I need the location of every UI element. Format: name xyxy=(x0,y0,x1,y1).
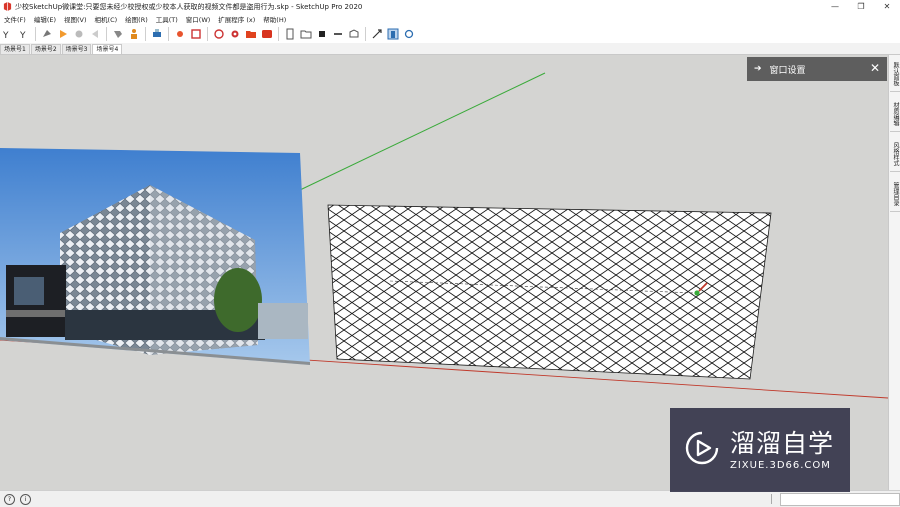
open-folder-icon[interactable] xyxy=(299,27,313,41)
ruby-console-icon[interactable]: Y xyxy=(1,27,15,41)
ruby-tool-icon[interactable]: Y xyxy=(17,27,31,41)
toolbar-separator xyxy=(145,26,146,41)
play-logo-icon xyxy=(685,431,719,465)
extension-icon[interactable] xyxy=(212,27,226,41)
minimize-button[interactable]: — xyxy=(822,0,848,13)
rewind-icon[interactable] xyxy=(88,27,102,41)
toolbar-separator xyxy=(35,26,36,41)
watermark-badge: 溜溜自学 ZIXUE.3D66.COM xyxy=(670,408,850,492)
scene-tab-2[interactable]: 场景号2 xyxy=(30,44,61,54)
person-icon[interactable] xyxy=(127,27,141,41)
menu-window[interactable]: 窗口(W) xyxy=(182,14,215,24)
play-icon[interactable] xyxy=(56,27,70,41)
toolbar-separator xyxy=(207,26,208,41)
menu-help[interactable]: 帮助(H) xyxy=(259,14,290,24)
measurements-box[interactable] xyxy=(780,493,900,506)
menu-file[interactable]: 文件(F) xyxy=(0,14,30,24)
menu-extensions[interactable]: 扩展程序 (x) xyxy=(214,14,259,24)
toolbar-separator xyxy=(106,26,107,41)
ruler-icon[interactable] xyxy=(331,27,345,41)
endpoint-marker xyxy=(694,290,700,296)
maximize-button[interactable]: ❐ xyxy=(848,0,874,13)
tray-tab-styles[interactable]: 风格样式 xyxy=(890,137,900,172)
tray-tab-default[interactable]: 默认面板 xyxy=(890,57,900,92)
box-icon[interactable] xyxy=(347,27,361,41)
watermark-title: 溜溜自学 xyxy=(730,429,835,458)
scale-icon[interactable] xyxy=(370,27,384,41)
arrow-right-icon[interactable]: ➔ xyxy=(754,64,762,74)
close-icon[interactable]: ✕ xyxy=(870,62,880,74)
toolbar-separator xyxy=(278,26,279,41)
menu-edit[interactable]: 编辑(E) xyxy=(30,14,60,24)
panel-title: 窗口设置 xyxy=(769,65,806,76)
scene-tab-4[interactable]: 场景号4 xyxy=(92,44,123,54)
green-axis xyxy=(299,72,546,191)
stop-icon[interactable] xyxy=(72,27,86,41)
svg-text:Y: Y xyxy=(2,31,9,40)
print-icon[interactable] xyxy=(150,27,164,41)
help-icon[interactable]: ? xyxy=(4,494,15,505)
status-separator xyxy=(771,494,772,504)
folder-icon[interactable] xyxy=(244,27,258,41)
menu-bar: 文件(F) 编辑(E) 视图(V) 相机(C) 绘图(R) 工具(T) 窗口(W… xyxy=(0,13,900,24)
svg-text:Y: Y xyxy=(19,31,26,40)
watermark-subtitle: ZIXUE.3D66.COM xyxy=(730,460,831,471)
tray-tab-materials[interactable]: 材质编辑 xyxy=(890,97,900,132)
grid-icon[interactable] xyxy=(189,27,203,41)
layer-panel-icon[interactable] xyxy=(386,27,400,41)
toolbar-separator xyxy=(168,26,169,41)
building-photo[interactable] xyxy=(0,148,310,365)
right-tray: 默认面板 材质编辑 风格样式 管理目录 xyxy=(888,55,900,490)
paint-icon[interactable] xyxy=(111,27,125,41)
title-bar: 少校SketchUp微课堂:只要您未经少校授权或少校本人获取的视频文件都是盗用行… xyxy=(0,0,900,13)
scene-tab-bar: 场景号1 场景号2 场景号3 场景号4 xyxy=(0,43,900,55)
info-icon[interactable]: i xyxy=(20,494,31,505)
toolbar: Y Y xyxy=(0,24,900,44)
scene-tab-1[interactable]: 场景号1 xyxy=(0,44,30,54)
menu-draw[interactable]: 绘图(R) xyxy=(121,14,152,24)
status-bar: ? i xyxy=(0,490,900,507)
menu-view[interactable]: 视图(V) xyxy=(60,14,91,24)
menu-camera[interactable]: 相机(C) xyxy=(91,14,122,24)
tray-tab-outliner[interactable]: 管理目录 xyxy=(890,177,900,212)
page-icon[interactable] xyxy=(283,27,297,41)
menu-tools[interactable]: 工具(T) xyxy=(152,14,182,24)
window-title: 少校SketchUp微课堂:只要您未经少校授权或少校本人获取的视频文件都是盗用行… xyxy=(15,2,363,11)
scene-tab-3[interactable]: 场景号3 xyxy=(61,44,92,54)
sketchup-logo-icon xyxy=(3,2,12,11)
toolbar-separator xyxy=(365,26,366,41)
settings-icon[interactable] xyxy=(402,27,416,41)
warehouse-icon[interactable] xyxy=(260,27,274,41)
gear-icon[interactable] xyxy=(228,27,242,41)
tray-panel-header[interactable]: ➔ 窗口设置 ✕ xyxy=(747,57,887,81)
select-tool-icon[interactable] xyxy=(40,27,54,41)
save-icon[interactable] xyxy=(315,27,329,41)
sun-icon[interactable] xyxy=(173,27,187,41)
mesh-panel[interactable] xyxy=(327,204,772,380)
close-button[interactable]: ✕ xyxy=(874,0,900,13)
